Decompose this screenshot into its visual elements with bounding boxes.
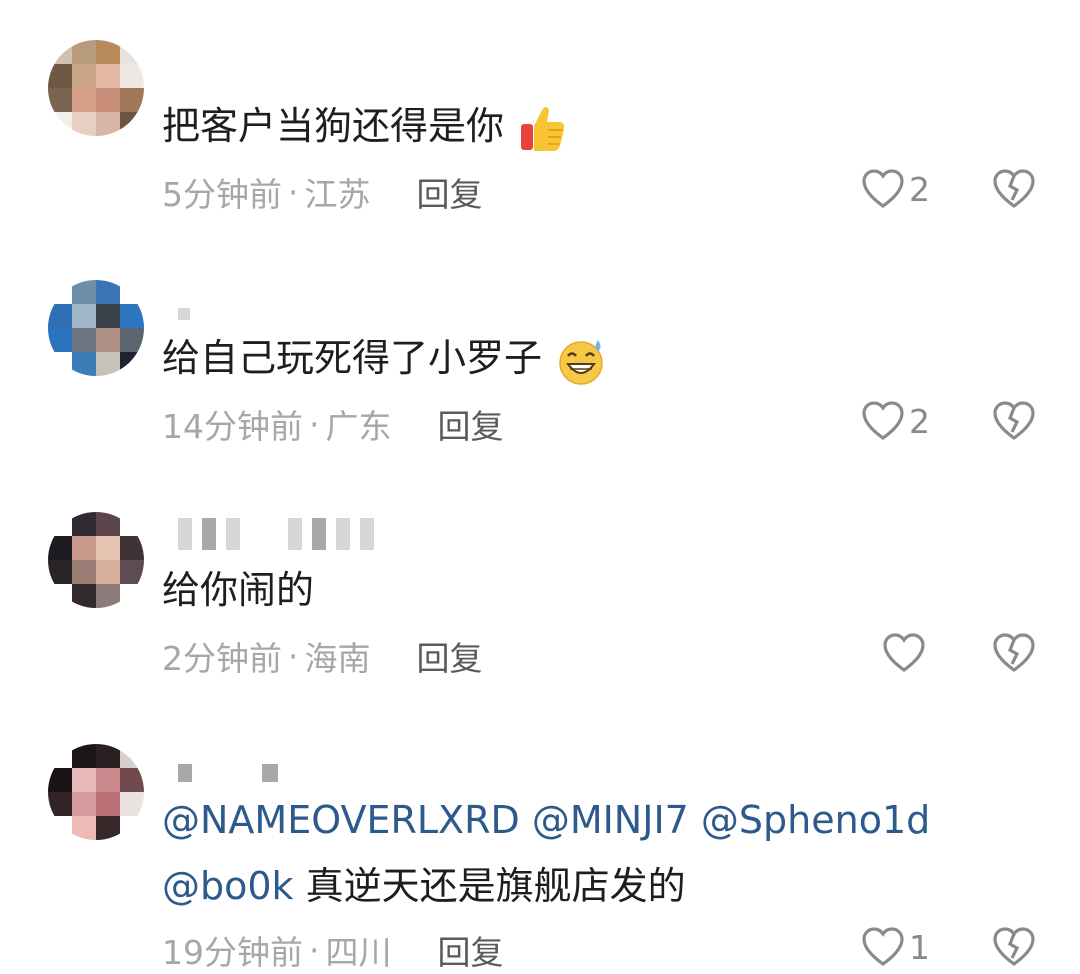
- timestamp: 5分钟前: [162, 175, 282, 214]
- separator: ·: [288, 636, 299, 676]
- heart-outline-icon: [861, 400, 905, 442]
- timestamp: 2分钟前: [162, 639, 282, 678]
- like-button[interactable]: 2: [861, 168, 930, 210]
- comment-meta: 5分钟前 · 江苏 回复: [162, 168, 483, 216]
- comment-text: 把客户当狗还得是你: [162, 96, 566, 156]
- heart-outline-icon: [861, 168, 905, 210]
- thumbs-up-icon: [518, 104, 566, 154]
- avatar[interactable]: [48, 40, 144, 136]
- comment-meta: 2分钟前 · 海南 回复: [162, 632, 483, 680]
- separator: ·: [288, 172, 299, 212]
- mention-link[interactable]: @bo0k: [162, 864, 294, 908]
- reply-button[interactable]: 回复: [417, 168, 483, 216]
- comment-body: 把客户当狗还得是你: [162, 104, 505, 148]
- broken-heart-icon: [992, 400, 1036, 442]
- comment-body: 真逆天还是旗舰店发的: [293, 864, 686, 908]
- heart-outline-icon: [882, 632, 926, 674]
- location: 广东: [325, 407, 392, 446]
- dislike-button[interactable]: [992, 926, 1036, 968]
- broken-heart-icon: [992, 632, 1036, 674]
- dislike-button[interactable]: [992, 400, 1036, 442]
- avatar[interactable]: [48, 280, 144, 376]
- timestamp: 19分钟前: [162, 933, 303, 972]
- comment-text: @bo0k 真逆天还是旗舰店发的: [162, 856, 686, 916]
- like-button[interactable]: [882, 632, 930, 674]
- heart-outline-icon: [861, 926, 905, 968]
- dislike-button[interactable]: [992, 168, 1036, 210]
- like-count: 1: [909, 927, 930, 967]
- username-redacted: [178, 764, 278, 782]
- separator: ·: [309, 930, 320, 970]
- comment-body: 给自己玩死得了小罗子: [162, 336, 543, 380]
- username-redacted: [178, 298, 190, 320]
- broken-heart-icon: [992, 168, 1036, 210]
- comment-text: 给你闹的: [162, 560, 314, 620]
- like-count: 2: [909, 169, 930, 209]
- avatar[interactable]: [48, 512, 144, 608]
- comment-meta: 19分钟前 · 四川 回复: [162, 926, 504, 974]
- grinning-sweat-icon: [556, 336, 606, 386]
- separator: ·: [309, 404, 320, 444]
- avatar[interactable]: [48, 744, 144, 840]
- comment-body: 给你闹的: [162, 568, 315, 612]
- comment-meta: 14分钟前 · 广东 回复: [162, 400, 504, 448]
- like-button[interactable]: 2: [861, 400, 930, 442]
- reply-button[interactable]: 回复: [417, 632, 483, 680]
- reply-button[interactable]: 回复: [438, 400, 504, 448]
- comment-text: @NAMEOVERLXRD @MINJI7 @Spheno1d: [162, 790, 930, 850]
- dislike-button[interactable]: [992, 632, 1036, 674]
- like-button[interactable]: 1: [861, 926, 930, 968]
- broken-heart-icon: [992, 926, 1036, 968]
- reply-button[interactable]: 回复: [438, 926, 504, 974]
- timestamp: 14分钟前: [162, 407, 303, 446]
- location: 四川: [325, 933, 392, 972]
- username-redacted: [178, 518, 374, 550]
- location: 江苏: [304, 175, 371, 214]
- mention-links[interactable]: @NAMEOVERLXRD @MINJI7 @Spheno1d: [162, 798, 930, 842]
- location: 海南: [304, 639, 371, 678]
- comment-text: 给自己玩死得了小罗子: [162, 328, 606, 388]
- like-count: 2: [909, 401, 930, 441]
